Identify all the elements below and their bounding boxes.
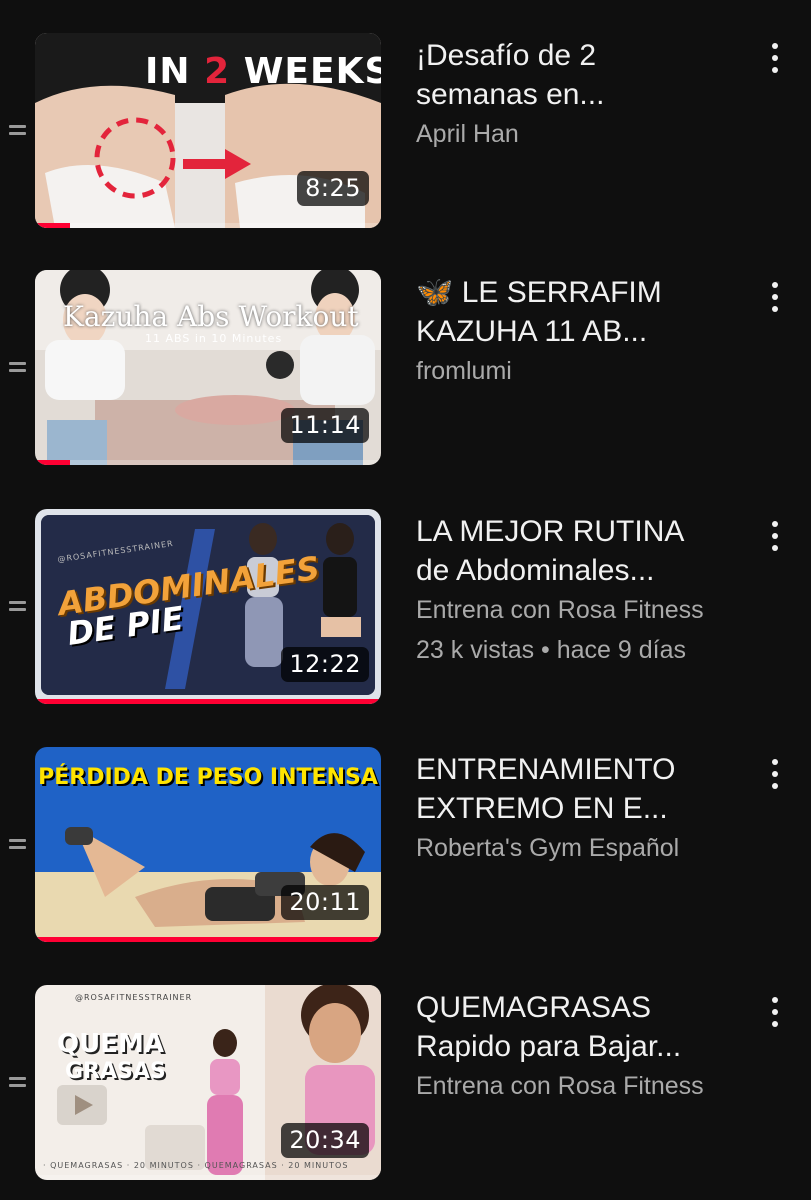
- drag-handle-icon[interactable]: [9, 601, 26, 615]
- duration-badge: 20:34: [281, 1123, 369, 1158]
- video-title-line: semanas en...: [416, 78, 605, 111]
- thumbnail-overlay-text: QUEMA: [57, 1029, 164, 1059]
- duration-badge: 20:11: [281, 885, 369, 920]
- video-meta[interactable]: QUEMAGRASAS Rapido para Bajar... Entrena…: [416, 988, 756, 1106]
- video-meta[interactable]: ¡Desafío de 2 semanas en... April Han: [416, 36, 756, 154]
- playlist-row[interactable]: IN 2 WEEKS 8:25 ¡Desafío de 2 semanas en…: [0, 33, 811, 233]
- watch-progress-bar: [35, 699, 381, 704]
- thumbnail-handle-text: @ROSAFITNESSTRAINER: [75, 993, 193, 1002]
- drag-handle-icon[interactable]: [9, 362, 26, 376]
- playlist-video-list: IN 2 WEEKS 8:25 ¡Desafío de 2 semanas en…: [0, 0, 811, 1200]
- video-thumbnail[interactable]: Kazuha Abs Workout 11 ABS in 10 Minutes …: [35, 270, 381, 465]
- thumbnail-subtext: 11 ABS in 10 Minutes: [145, 332, 283, 345]
- channel-name: Roberta's Gym Español: [416, 834, 680, 862]
- duration-badge: 11:14: [281, 408, 369, 443]
- watch-progress-bar: [35, 223, 381, 228]
- watch-progress-fill: [35, 699, 381, 704]
- thumbnail-overlay-text: PÉRDIDA DE PESO INTENSA: [38, 765, 378, 790]
- more-vert-icon[interactable]: [765, 282, 785, 316]
- thumbnail-ticker-text: · QUEMAGRASAS · 20 MINUTOS · QUEMAGRASAS…: [43, 1161, 349, 1170]
- video-stats: 23 k vistas • hace 9 días: [416, 636, 687, 664]
- watch-progress-bar: [35, 460, 381, 465]
- video-title-line: de Abdominales...: [416, 554, 655, 587]
- thumbnail-overlay-text: GRASAS: [65, 1059, 166, 1084]
- video-title-line: LA MEJOR RUTINA: [416, 515, 685, 548]
- more-vert-icon[interactable]: [765, 759, 785, 793]
- video-title-line: EXTREMO EN E...: [416, 792, 668, 825]
- playlist-row[interactable]: @ROSAFITNESSTRAINER ABDOMINALES DE PIE 1…: [0, 509, 811, 709]
- video-title-line: ENTRENAMIENTO: [416, 753, 676, 786]
- drag-handle-icon[interactable]: [9, 1077, 26, 1091]
- watch-progress-fill: [35, 460, 70, 465]
- video-title-line: Rapido para Bajar...: [416, 1030, 682, 1063]
- channel-name: fromlumi: [416, 357, 512, 385]
- watch-progress-fill: [35, 223, 70, 228]
- thumbnail-overlay-text: Kazuha Abs Workout: [63, 300, 359, 333]
- video-meta[interactable]: LA MEJOR RUTINA de Abdominales... Entren…: [416, 512, 756, 670]
- duration-badge: 8:25: [297, 171, 369, 206]
- watch-progress-bar: [35, 937, 381, 942]
- video-meta[interactable]: ENTRENAMIENTO EXTREMO EN E... Roberta's …: [416, 750, 756, 868]
- drag-handle-icon[interactable]: [9, 839, 26, 853]
- video-thumbnail[interactable]: PÉRDIDA DE PESO INTENSA 20:11: [35, 747, 381, 942]
- watch-progress-fill: [35, 937, 381, 942]
- video-thumbnail[interactable]: @ROSAFITNESSTRAINER ABDOMINALES DE PIE 1…: [35, 509, 381, 704]
- video-thumbnail[interactable]: @ROSAFITNESSTRAINER QUEMA GRASAS · QUEMA…: [35, 985, 381, 1180]
- playlist-row[interactable]: PÉRDIDA DE PESO INTENSA 20:11 ENTRENAMIE…: [0, 747, 811, 947]
- video-title-line: KAZUHA 11 AB...: [416, 315, 648, 348]
- more-vert-icon[interactable]: [765, 43, 785, 77]
- video-meta[interactable]: 🦋 LE SERRAFIM KAZUHA 11 AB... fromlumi: [416, 273, 756, 391]
- thumbnail-overlay-text: IN 2 WEEKS: [145, 51, 381, 92]
- playlist-row[interactable]: @ROSAFITNESSTRAINER QUEMA GRASAS · QUEMA…: [0, 985, 811, 1185]
- duration-badge: 12:22: [281, 647, 369, 682]
- more-vert-icon[interactable]: [765, 997, 785, 1031]
- channel-name: April Han: [416, 120, 519, 148]
- video-title-line: ¡Desafío de 2: [416, 39, 597, 72]
- drag-handle-icon[interactable]: [9, 125, 26, 139]
- video-title-line: 🦋 LE SERRAFIM: [416, 276, 662, 309]
- channel-name: Entrena con Rosa Fitness: [416, 1072, 704, 1100]
- video-title-line: QUEMAGRASAS: [416, 991, 652, 1024]
- watch-progress-bar: [35, 1175, 381, 1180]
- video-thumbnail[interactable]: IN 2 WEEKS 8:25: [35, 33, 381, 228]
- more-vert-icon[interactable]: [765, 521, 785, 555]
- playlist-row[interactable]: Kazuha Abs Workout 11 ABS in 10 Minutes …: [0, 270, 811, 470]
- channel-name: Entrena con Rosa Fitness: [416, 596, 704, 624]
